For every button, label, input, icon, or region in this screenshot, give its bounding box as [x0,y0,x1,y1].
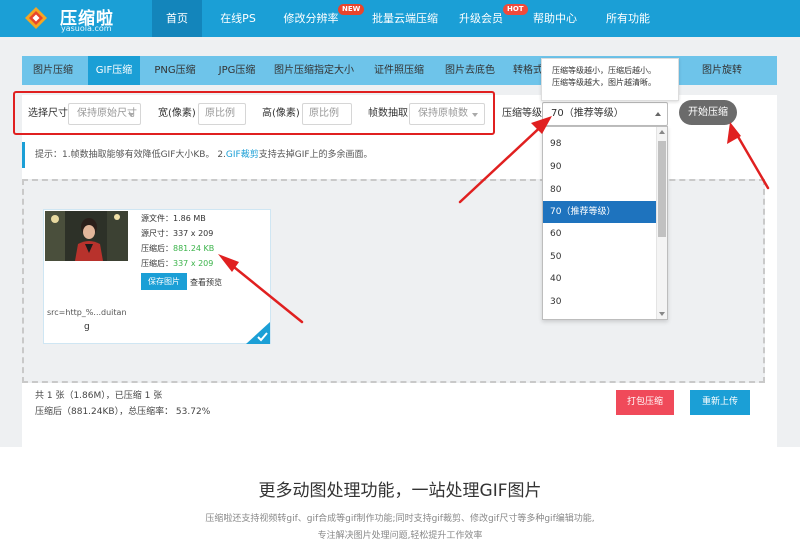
level-option[interactable]: 50 [543,246,657,268]
source-size: 源文件：1.86 MB [141,214,206,223]
nav-resolution[interactable]: 修改分辨率 [280,0,342,37]
hot-badge: HOT [503,4,528,15]
scroll-up-icon[interactable] [659,130,665,134]
level-tooltip: 压缩等级越小，压缩后越小。 压缩等级越大，图片越清晰。 [541,58,679,101]
tip-suffix: 支持去掉GIF上的多余画面。 [258,150,373,160]
level-dropdown: 98 90 80 70（推荐等级） 60 50 40 30 [542,126,668,320]
tip-bar: 提示：1.帧数抽取能够有效降低GIF大小KB。 2.GIF裁剪支持去掉GIF上的… [22,142,542,168]
logo-icon[interactable] [24,6,48,30]
nav-upgrade[interactable]: 升级会员 [456,0,506,37]
stats-line-2: 压缩后（881.24KB），总压缩率： 53.72% [35,407,211,417]
section-desc-1: 压缩啦还支持视频转gif、gif合成等gif制作功能;同时支持gif裁剪、修改g… [205,514,595,524]
level-option[interactable]: 98 [543,133,657,155]
chevron-up-icon [655,112,661,116]
tooltip-line-2: 压缩等级越大，图片越清晰。 [552,78,656,87]
logo-domain: yasuola.com [61,24,112,33]
gif-thumbnail[interactable] [45,211,128,261]
view-preview-link[interactable]: 查看预览 [190,277,222,288]
level-label: 压缩等级 [502,108,542,119]
save-image-button[interactable]: 保存图片 [141,273,187,290]
level-option[interactable]: 90 [543,156,657,178]
pack-compress-button[interactable]: 打包压缩 [616,390,674,415]
nav-home[interactable]: 首页 [152,0,202,37]
new-badge: NEW [338,4,365,15]
level-option[interactable]: 60 [543,223,657,245]
stats-line-1: 共 1 张（1.86M），已压缩 1 张 [35,391,163,401]
tab-image-compress[interactable]: 图片压缩 [28,56,78,85]
scrollbar-thumb[interactable] [658,141,666,237]
compressed-dim-label: 压缩后： [141,259,173,268]
gif-crop-link[interactable]: GIF裁剪 [226,150,259,160]
file-name-ext: g [84,322,90,332]
tab-remove-bg[interactable]: 图片去底色 [442,56,498,85]
nav-batch-cloud[interactable]: 批量云端压缩 [364,0,446,37]
level-select-value: 70（推荐等级） [551,108,624,119]
tooltip-line-1: 压缩等级越小，压缩后越小。 [552,66,656,75]
tab-jpg-compress[interactable]: JPG压缩 [212,56,262,85]
tab-convert-format[interactable]: 转格式 [513,56,543,85]
checkmark-icon[interactable] [246,322,270,344]
annotation-box [13,91,495,135]
level-select[interactable]: 70（推荐等级） [542,102,668,126]
compressed-dimensions: 337 x 209 [173,259,214,268]
compressed-size: 881.24 KB [173,244,215,253]
level-option[interactable]: 80 [543,179,657,201]
tab-id-photo[interactable]: 证件照压缩 [371,56,427,85]
nav-help[interactable]: 帮助中心 [529,0,581,37]
tab-compress-to-size[interactable]: 图片压缩指定大小 [274,56,354,85]
nav-all-features[interactable]: 所有功能 [602,0,654,37]
level-option-selected[interactable]: 70（推荐等级） [543,201,657,223]
level-option[interactable]: 30 [543,291,657,313]
tab-rotate[interactable]: 图片旋转 [700,56,744,85]
reupload-button[interactable]: 重新上传 [690,390,750,415]
nav-online-ps[interactable]: 在线PS [212,0,264,37]
tab-gif-compress[interactable]: GIF压缩 [88,56,140,85]
source-dimensions: 源尺寸：337 x 209 [141,229,214,238]
file-name: src=http_%...duitan [47,308,127,317]
level-option[interactable]: 40 [543,268,657,290]
tab-png-compress[interactable]: PNG压缩 [148,56,202,85]
section-desc-2: 专注解决图片处理问题,轻松提升工作效率 [317,531,483,541]
tip-text: 提示：1.帧数抽取能够有效降低GIF大小KB。 2. [35,150,226,160]
start-compress-button[interactable]: 开始压缩 [679,100,737,125]
compressed-size-label: 压缩后： [141,244,173,253]
compressed-size-row: 压缩后：881.24 KB [141,241,214,256]
dropdown-scrollbar[interactable] [656,127,667,319]
compressed-dim-row: 压缩后：337 x 209 [141,256,213,271]
scroll-down-icon[interactable] [659,312,665,316]
section-title: 更多动图处理功能，一站处理GIF图片 [258,481,542,501]
